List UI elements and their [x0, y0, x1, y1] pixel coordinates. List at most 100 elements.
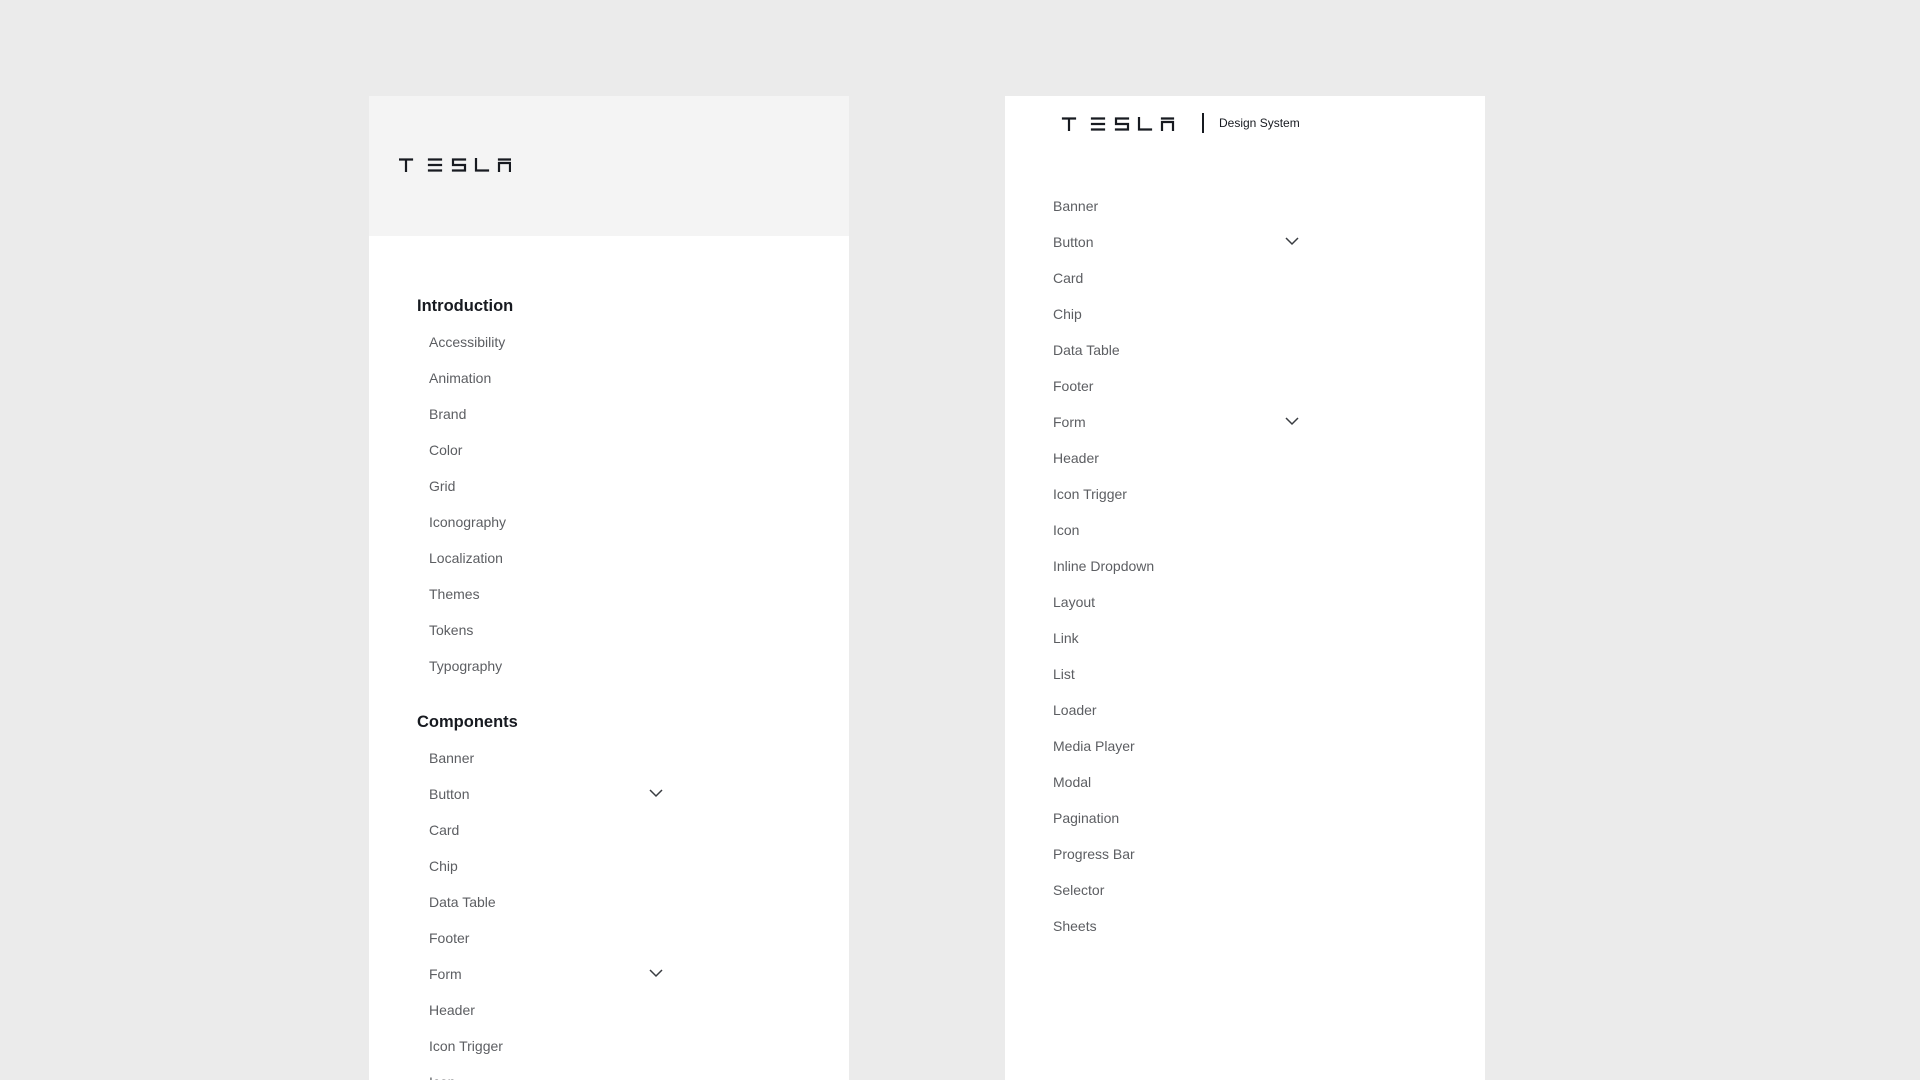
- nav-item-label: Modal: [1053, 774, 1092, 790]
- nav-item-label: Sheets: [1053, 918, 1097, 934]
- nav-item-label: Icon: [429, 1074, 455, 1080]
- nav-item-color[interactable]: Color: [369, 432, 849, 468]
- nav-item-card[interactable]: Card: [369, 812, 849, 848]
- nav-item-label: Typography: [429, 658, 503, 674]
- nav-item-link[interactable]: Link: [1005, 620, 1485, 656]
- right-navigation-panel: Design System Banner Button Card Chip Data T…: [1005, 96, 1485, 1080]
- left-navigation-panel: Introduction Accessibility Animation Brand C…: [369, 96, 849, 1080]
- nav-item-iconography[interactable]: Iconography: [369, 504, 849, 540]
- nav-item-label: Footer: [429, 930, 470, 946]
- nav-item-icon-trigger[interactable]: Icon Trigger: [369, 1028, 849, 1064]
- nav-item-label: Layout: [1053, 594, 1096, 610]
- nav-item-label: Button: [429, 786, 470, 802]
- nav-item-brand[interactable]: Brand: [369, 396, 849, 432]
- nav-item-chip[interactable]: Chip: [1005, 296, 1485, 332]
- right-components-list: Banner Button Card Chip Data Table Footer Form…: [1005, 188, 1485, 944]
- nav-item-label: Pagination: [1053, 810, 1120, 826]
- nav-item-loader[interactable]: Loader: [1005, 692, 1485, 728]
- nav-item-header[interactable]: Header: [1005, 440, 1485, 476]
- nav-item-tokens[interactable]: Tokens: [369, 612, 849, 648]
- header-divider: [1202, 113, 1204, 133]
- chevron-down-icon[interactable]: [649, 968, 663, 978]
- nav-item-label: Link: [1053, 630, 1079, 646]
- nav-item-label: Inline Dropdown: [1053, 558, 1155, 574]
- left-sidebar-nav: Introduction Accessibility Animation Brand C…: [369, 236, 849, 1080]
- nav-item-label: Chip: [1053, 306, 1082, 322]
- nav-item-label: Animation: [429, 370, 492, 386]
- design-system-title: Design System: [1219, 116, 1300, 130]
- nav-item-layout[interactable]: Layout: [1005, 584, 1485, 620]
- nav-item-label: Selector: [1053, 882, 1105, 898]
- chevron-down-icon[interactable]: [1285, 236, 1299, 246]
- nav-item-accessibility[interactable]: Accessibility: [369, 324, 849, 360]
- nav-item-label: Form: [1053, 414, 1086, 430]
- nav-item-label: Grid: [429, 478, 456, 494]
- nav-item-progress-bar[interactable]: Progress Bar: [1005, 836, 1485, 872]
- nav-item-label: Banner: [429, 750, 475, 766]
- nav-item-label: Data Table: [1053, 342, 1120, 358]
- tesla-logo-icon[interactable]: [1053, 117, 1183, 131]
- nav-item-label: Chip: [429, 858, 458, 874]
- nav-item-label: Data Table: [429, 894, 496, 910]
- nav-item-label: Header: [429, 1002, 475, 1018]
- nav-item-label: Banner: [1053, 198, 1099, 214]
- nav-item-label: Tokens: [429, 622, 474, 638]
- nav-item-label: Icon Trigger: [429, 1038, 503, 1054]
- nav-item-label: List: [1053, 666, 1075, 682]
- nav-item-icon-trigger[interactable]: Icon Trigger: [1005, 476, 1485, 512]
- nav-item-banner[interactable]: Banner: [369, 740, 849, 776]
- chevron-down-icon[interactable]: [649, 788, 663, 798]
- nav-item-icon[interactable]: Icon: [1005, 512, 1485, 548]
- nav-item-animation[interactable]: Animation: [369, 360, 849, 396]
- nav-item-media-player[interactable]: Media Player: [1005, 728, 1485, 764]
- nav-section-introduction: Introduction Accessibility Animation Brand C…: [369, 288, 849, 684]
- nav-item-footer[interactable]: Footer: [369, 920, 849, 956]
- nav-item-typography[interactable]: Typography: [369, 648, 849, 684]
- nav-section-components: Components Banner Button Card Chip Data Table…: [369, 704, 849, 1080]
- nav-item-pagination[interactable]: Pagination: [1005, 800, 1485, 836]
- nav-item-icon[interactable]: Icon: [369, 1064, 849, 1080]
- nav-item-label: Media Player: [1053, 738, 1135, 754]
- nav-item-card[interactable]: Card: [1005, 260, 1485, 296]
- nav-item-label: Localization: [429, 550, 503, 566]
- nav-list: Accessibility Animation Brand Color Grid Icon…: [369, 324, 849, 684]
- nav-item-form[interactable]: Form: [369, 956, 849, 992]
- nav-item-label: Card: [1053, 270, 1084, 286]
- right-panel-header: Design System: [1005, 96, 1485, 188]
- section-heading[interactable]: Introduction: [369, 288, 849, 324]
- nav-item-themes[interactable]: Themes: [369, 576, 849, 612]
- nav-item-form[interactable]: Form: [1005, 404, 1485, 440]
- nav-item-list[interactable]: List: [1005, 656, 1485, 692]
- nav-item-label: Form: [429, 966, 462, 982]
- nav-item-localization[interactable]: Localization: [369, 540, 849, 576]
- nav-item-data-table[interactable]: Data Table: [1005, 332, 1485, 368]
- nav-item-banner[interactable]: Banner: [1005, 188, 1485, 224]
- nav-item-label: Accessibility: [429, 334, 506, 350]
- nav-item-label: Brand: [429, 406, 467, 422]
- nav-item-modal[interactable]: Modal: [1005, 764, 1485, 800]
- nav-item-button[interactable]: Button: [1005, 224, 1485, 260]
- nav-item-footer[interactable]: Footer: [1005, 368, 1485, 404]
- nav-item-label: Progress Bar: [1053, 846, 1135, 862]
- nav-item-header[interactable]: Header: [369, 992, 849, 1028]
- nav-item-chip[interactable]: Chip: [369, 848, 849, 884]
- nav-item-label: Color: [429, 442, 463, 458]
- nav-list: Banner Button Card Chip Data Table Footer Form…: [369, 740, 849, 1080]
- nav-item-label: Footer: [1053, 378, 1094, 394]
- tesla-logo-icon[interactable]: [399, 158, 511, 172]
- nav-item-label: Icon: [1053, 522, 1080, 538]
- nav-item-inline-dropdown[interactable]: Inline Dropdown: [1005, 548, 1485, 584]
- nav-item-data-table[interactable]: Data Table: [369, 884, 849, 920]
- chevron-down-icon[interactable]: [1285, 416, 1299, 426]
- nav-item-sheets[interactable]: Sheets: [1005, 908, 1485, 944]
- nav-item-label: Loader: [1053, 702, 1097, 718]
- nav-item-label: Themes: [429, 586, 480, 602]
- nav-item-grid[interactable]: Grid: [369, 468, 849, 504]
- nav-item-selector[interactable]: Selector: [1005, 872, 1485, 908]
- nav-item-label: Card: [429, 822, 460, 838]
- nav-item-label: Icon Trigger: [1053, 486, 1127, 502]
- nav-item-label: Button: [1053, 234, 1094, 250]
- section-heading[interactable]: Components: [369, 704, 849, 740]
- nav-item-button[interactable]: Button: [369, 776, 849, 812]
- left-panel-header: [369, 96, 849, 236]
